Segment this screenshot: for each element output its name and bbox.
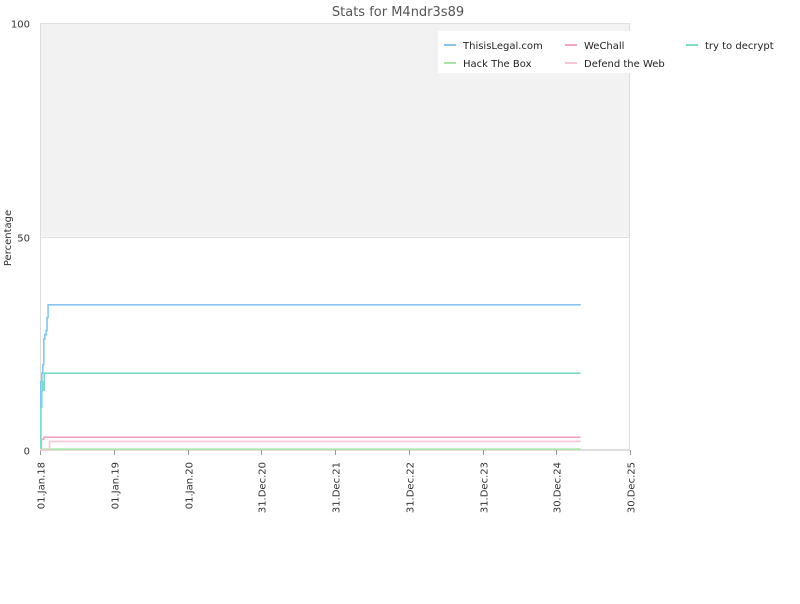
x-tick-label: 31.Dec.22 bbox=[406, 462, 417, 513]
x-tick-label: 01.Jan.19 bbox=[111, 462, 122, 509]
y-tick-label: 100 bbox=[11, 20, 30, 31]
line-chart: Stats for M4ndr3s89 Percentage 0 50 100 01… bbox=[3, 5, 798, 513]
x-tick-label: 31.Dec.23 bbox=[480, 462, 491, 513]
x-axis: 01.Jan.18 01.Jan.19 01.Jan.20 31.Dec.20 31.D… bbox=[37, 450, 638, 513]
chart-title: Stats for M4ndr3s89 bbox=[332, 5, 464, 20]
y-tick-label: 50 bbox=[17, 234, 30, 245]
x-tick-label: 31.Dec.21 bbox=[332, 462, 343, 513]
plot-area bbox=[40, 23, 630, 450]
x-tick-label: 01.Jan.20 bbox=[185, 462, 196, 509]
x-tick-label: 01.Jan.18 bbox=[37, 462, 48, 509]
legend: ThisisLegal.com WeChall try to decrypt Hack… bbox=[438, 31, 798, 73]
chart-container: Stats for M4ndr3s89 Percentage 0 50 100 01… bbox=[0, 0, 800, 600]
legend-label: try to decrypt bbox=[705, 41, 774, 52]
x-tick-label: 31.Dec.20 bbox=[258, 462, 269, 513]
legend-label: Hack The Box bbox=[463, 59, 532, 70]
y-tick-label: 0 bbox=[24, 447, 30, 458]
legend-label: ThisisLegal.com bbox=[462, 41, 543, 52]
y-axis-label: Percentage bbox=[3, 210, 14, 266]
legend-label: WeChall bbox=[584, 41, 624, 52]
legend-label: Defend the Web bbox=[584, 59, 665, 70]
plot-background-lower bbox=[40, 236, 630, 450]
x-tick-label: 30.Dec.24 bbox=[553, 462, 564, 513]
x-tick-label: 30.Dec.25 bbox=[627, 462, 638, 513]
